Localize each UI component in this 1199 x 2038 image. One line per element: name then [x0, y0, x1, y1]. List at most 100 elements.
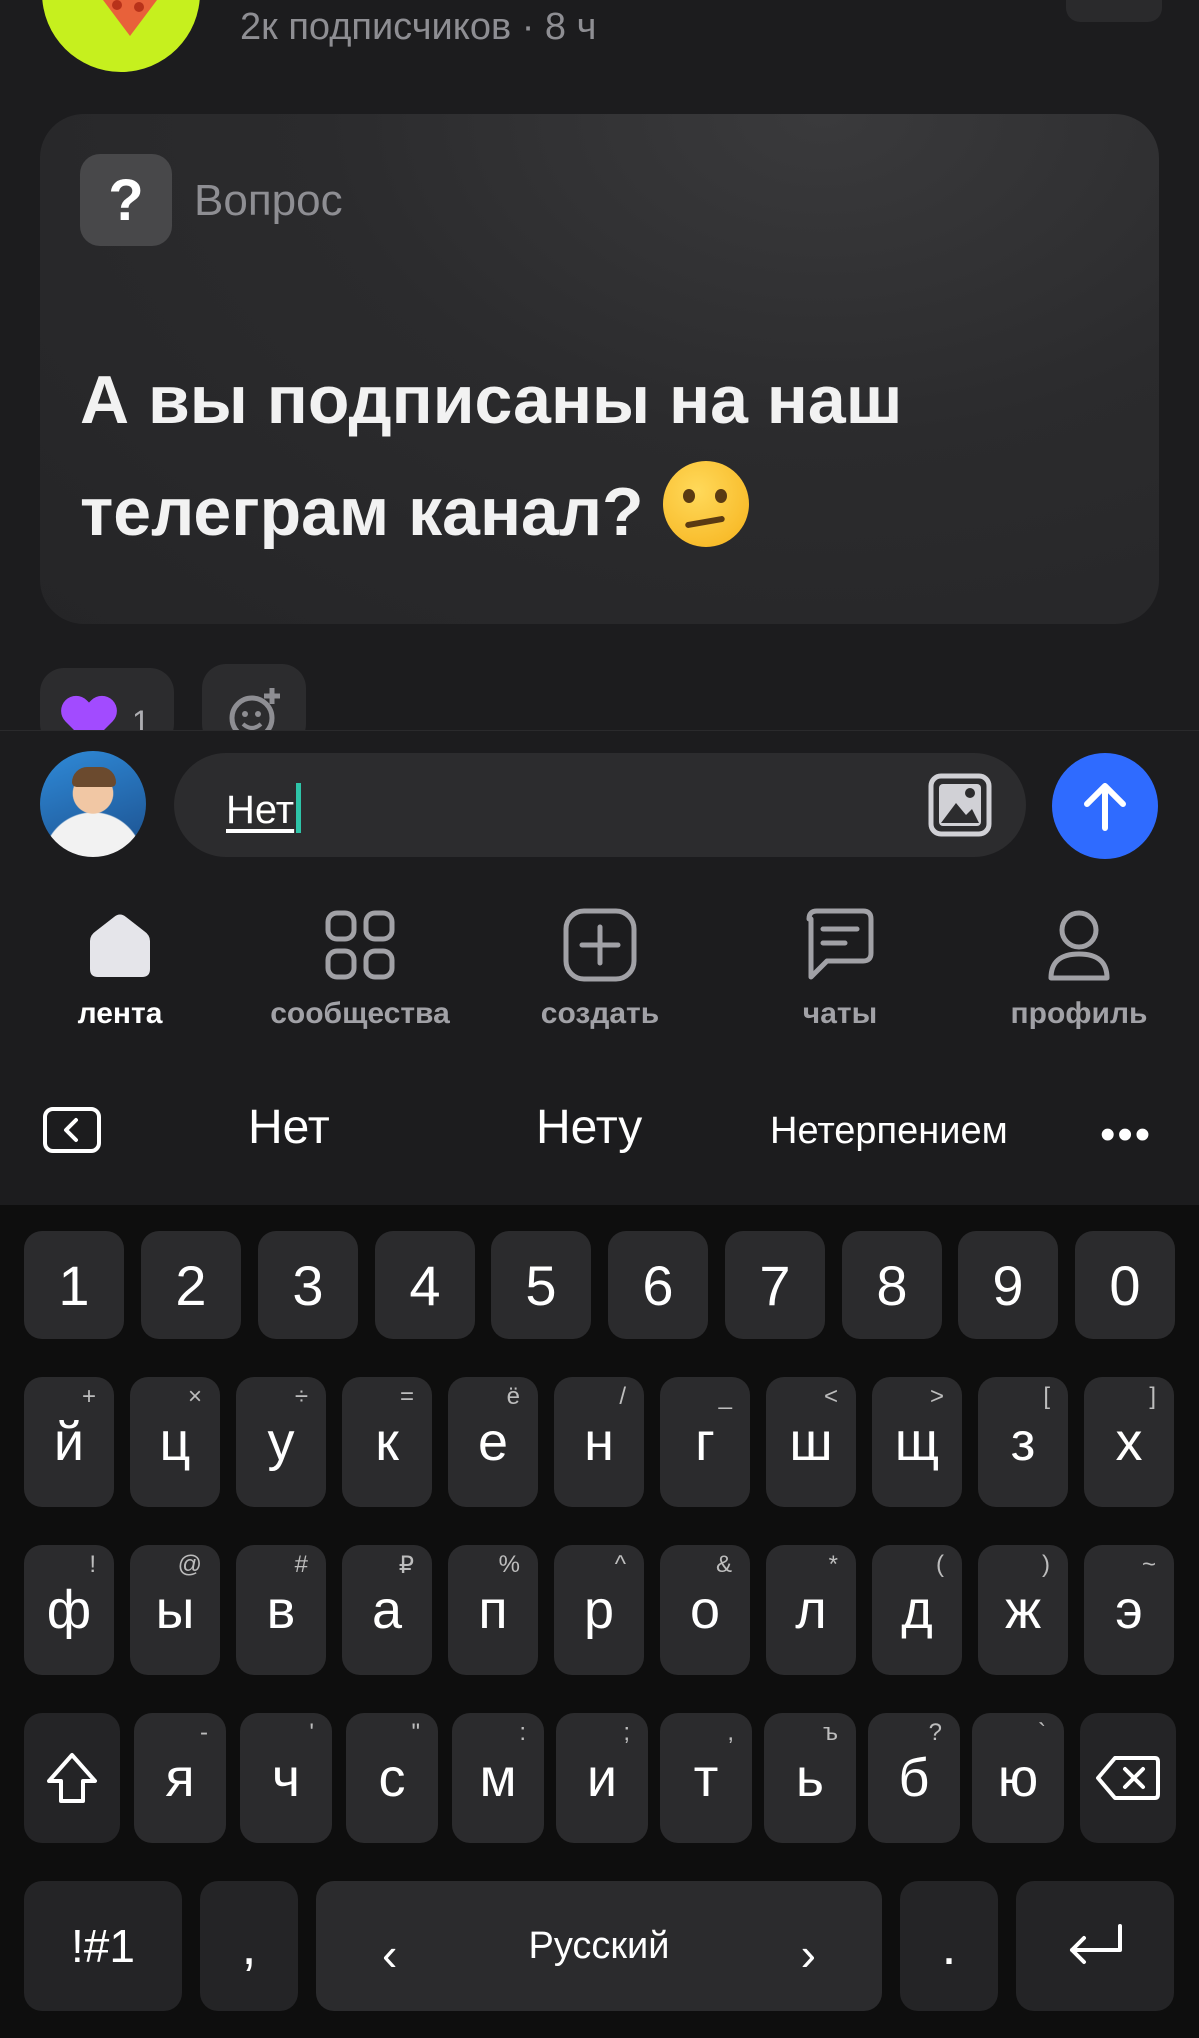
grid-icon — [325, 910, 395, 980]
space-key[interactable]: ‹ Русский › — [316, 1881, 882, 2011]
community-avatar[interactable] — [42, 0, 200, 72]
key-у[interactable]: ÷ у — [236, 1377, 326, 1507]
chat-icon — [806, 908, 874, 980]
key-3[interactable]: 3 — [258, 1231, 358, 1339]
key-и[interactable]: ; и — [556, 1713, 648, 1843]
nav-create[interactable]: создать — [480, 905, 720, 1031]
key-8[interactable]: 8 — [842, 1231, 942, 1339]
key-1[interactable]: 1 — [24, 1231, 124, 1339]
backspace-icon — [1096, 1756, 1160, 1800]
key-т[interactable]: ,т — [660, 1713, 752, 1843]
suggestion-3[interactable]: Нетерпением — [770, 1110, 1008, 1153]
key-э[interactable]: ~ э — [1084, 1545, 1174, 1675]
key-п[interactable]: % п — [448, 1545, 538, 1675]
space-right-arrow-icon: › — [800, 1928, 816, 1980]
image-icon[interactable] — [926, 771, 994, 839]
user-icon — [1048, 910, 1110, 981]
nav-profile-label: профиль — [1010, 997, 1148, 1030]
keyboard: 1 2 3 4 5 6 7 8 9 0 + й × ц ÷ у = к ёе / н _ г… — [0, 1205, 1199, 2038]
space-language-label: Русский — [528, 1924, 670, 1967]
comment-input[interactable]: Нет — [174, 753, 1026, 857]
key-2[interactable]: 2 — [141, 1231, 241, 1339]
symbols-key[interactable]: !#1 — [24, 1881, 182, 2011]
key-ф[interactable]: ! ф — [24, 1545, 114, 1675]
key-е[interactable]: ёе — [448, 1377, 538, 1507]
key-ж[interactable]: ) ж — [978, 1545, 1068, 1675]
user-avatar[interactable] — [40, 751, 146, 857]
key-м[interactable]: :м — [452, 1713, 544, 1843]
key-4[interactable]: 4 — [375, 1231, 475, 1339]
home-icon — [90, 914, 150, 977]
pizza-icon — [100, 0, 160, 36]
key-о[interactable]: & о — [660, 1545, 750, 1675]
more-options-button[interactable] — [1066, 0, 1162, 22]
backspace-key[interactable] — [1080, 1713, 1176, 1843]
nav-feed[interactable]: лента — [0, 905, 240, 1031]
post-meta: 2к подписчиков · 8 ч — [240, 6, 597, 48]
key-6[interactable]: 6 — [608, 1231, 708, 1339]
add-reaction-button[interactable] — [202, 664, 306, 730]
nav-feed-label: лента — [77, 997, 163, 1030]
arrow-up-icon — [1084, 783, 1126, 831]
plus-square-icon — [563, 908, 637, 982]
key-х[interactable]: ] х — [1084, 1377, 1174, 1507]
key-й[interactable]: + й — [24, 1377, 114, 1507]
nav-create-label: создать — [540, 997, 660, 1030]
add-emoji-icon — [229, 688, 280, 730]
shift-key[interactable] — [24, 1713, 120, 1843]
thinking-face-icon — [662, 461, 749, 547]
post-text-line1: А вы подписаны на наш — [80, 362, 903, 438]
keyboard-suggestion-bar: Нет Нету Нетерпением ••• — [0, 1050, 1199, 1205]
nav-communities-label: сообщества — [270, 997, 450, 1030]
key-ч[interactable]: ' ч — [240, 1713, 332, 1843]
post-type-label: Вопрос — [194, 176, 343, 225]
key-0[interactable]: 0 — [1075, 1231, 1175, 1339]
key-р[interactable]: ^ р — [554, 1545, 644, 1675]
nav-chats[interactable]: чаты — [720, 905, 960, 1031]
more-suggestions-icon[interactable]: ••• — [1100, 1110, 1152, 1160]
bottom-navigation: лента сообщества создать чаты профиль — [0, 875, 1199, 1050]
send-button[interactable] — [1052, 753, 1158, 859]
key-г[interactable]: _ г — [660, 1377, 750, 1507]
post-text: А вы подписаны на наш телеграм канал? — [80, 344, 1120, 568]
nav-profile[interactable]: профиль — [959, 905, 1199, 1031]
key-с[interactable]: " с — [346, 1713, 438, 1843]
enter-icon — [1070, 1924, 1122, 1964]
key-в[interactable]: # в — [236, 1545, 326, 1675]
key-н[interactable]: / н — [554, 1377, 644, 1507]
key-ь[interactable]: ъь — [764, 1713, 856, 1843]
key-5[interactable]: 5 — [491, 1231, 591, 1339]
feed: 2к подписчиков · 8 ч ? Вопрос А вы подпи… — [0, 0, 1199, 730]
key-д[interactable]: (д — [872, 1545, 962, 1675]
enter-key[interactable] — [1016, 1881, 1174, 2011]
reaction-count: 1 — [132, 704, 150, 730]
key-к[interactable]: = к — [342, 1377, 432, 1507]
nav-chats-label: чаты — [802, 997, 878, 1030]
text-caret — [296, 783, 302, 833]
suggestion-2[interactable]: Нету — [536, 1100, 642, 1155]
comma-key[interactable]: , — [200, 1881, 298, 2011]
key-б[interactable]: ? б — [868, 1713, 960, 1843]
nav-communities[interactable]: сообщества — [240, 905, 480, 1031]
period-key[interactable]: . — [900, 1881, 998, 2011]
key-ю[interactable]: ` ю — [972, 1713, 1064, 1843]
key-я[interactable]: -я — [134, 1713, 226, 1843]
question-icon: ? — [80, 154, 172, 246]
key-а[interactable]: ₽ а — [342, 1545, 432, 1675]
key-9[interactable]: 9 — [958, 1231, 1058, 1339]
comment-input-text[interactable]: Нет — [226, 783, 302, 833]
key-ц[interactable]: × ц — [130, 1377, 220, 1507]
shift-icon — [47, 1753, 97, 1803]
post-text-line2: телеграм канал? — [80, 474, 644, 550]
key-ш[interactable]: < ш — [766, 1377, 856, 1507]
key-л[interactable]: * л — [766, 1545, 856, 1675]
key-з[interactable]: [з — [978, 1377, 1068, 1507]
key-ы[interactable]: @ ы — [130, 1545, 220, 1675]
suggestion-1[interactable]: Нет — [248, 1100, 330, 1155]
comment-composer: Нет — [0, 730, 1199, 875]
key-7[interactable]: 7 — [725, 1231, 825, 1339]
heart-reaction-button[interactable]: 1 — [40, 668, 174, 730]
keyboard-collapse-icon[interactable] — [42, 1106, 102, 1154]
question-post-card[interactable]: ? Вопрос А вы подписаны на наш телеграм … — [40, 114, 1159, 624]
key-щ[interactable]: > щ — [872, 1377, 962, 1507]
